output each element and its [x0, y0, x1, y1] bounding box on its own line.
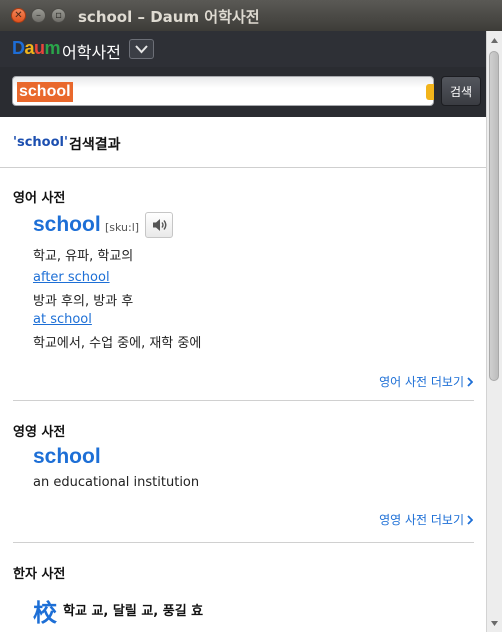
scroll-down-arrow-icon — [491, 620, 498, 626]
window-maximize-button[interactable]: ▫ — [51, 8, 66, 23]
section-title-eng: 영어 사전 — [13, 191, 66, 206]
speaker-icon — [153, 219, 167, 231]
results-label: 검색결과 — [69, 137, 121, 153]
search-input-marker — [426, 84, 434, 100]
search-button[interactable]: 검색 — [441, 76, 481, 106]
more-eng-eng-dict-link[interactable]: 영영 사전 더보기 — [379, 511, 473, 528]
vertical-scrollbar[interactable] — [486, 31, 502, 632]
search-input[interactable]: school — [12, 76, 434, 106]
window-close-button[interactable]: ✕ — [11, 8, 26, 23]
chevron-down-icon — [135, 45, 148, 54]
search-bar: school 검색 — [0, 67, 486, 117]
section-divider — [13, 542, 474, 543]
phrase-link[interactable]: at school — [33, 312, 92, 327]
window-minimize-button[interactable]: – — [31, 8, 46, 23]
chevron-right-icon — [467, 514, 473, 525]
pronunciation-play-button[interactable] — [145, 212, 173, 238]
daum-logo[interactable]: Daum — [12, 38, 61, 59]
pronunciation: [sku:l] — [105, 221, 140, 234]
logo-letter: m — [44, 38, 61, 58]
app-title: 어학사전 — [62, 43, 121, 62]
more-eng-dict-link[interactable]: 영어 사전 더보기 — [379, 373, 473, 390]
scroll-up-button[interactable] — [487, 33, 502, 47]
scroll-up-arrow-icon — [491, 37, 498, 43]
dictionary-menu-dropdown[interactable] — [129, 39, 154, 59]
entry-hanja-char[interactable]: 校 — [33, 593, 57, 628]
results-query: 'school' — [13, 135, 68, 150]
entry-word-eng[interactable]: school — [33, 213, 101, 237]
app-header: Daum 어학사전 — [0, 31, 486, 67]
phrase-meaning: 방과 후의, 방과 후 — [33, 294, 134, 309]
entry-meaning-eng-eng: an educational institution — [33, 475, 200, 490]
section-divider — [13, 400, 474, 401]
window-titlebar: ✕ – ▫ school – Daum 어학사전 — [0, 0, 502, 31]
entry-word-eng-eng[interactable]: school — [33, 445, 101, 469]
results-header: 'school' 검색결과 — [0, 117, 486, 168]
results-pane: 'school' 검색결과 영어 사전 school [sku:l] 학교, 유… — [0, 117, 486, 632]
scrollbar-thumb[interactable] — [489, 51, 499, 381]
phrase-meaning: 학교에서, 수업 중에, 재학 중에 — [33, 336, 202, 351]
section-title-eng-eng: 영영 사전 — [13, 425, 66, 440]
chevron-right-icon — [467, 376, 473, 387]
section-title-hanja: 한자 사전 — [13, 567, 66, 582]
entry-meaning-hanja: 학교 교, 달릴 교, 풍길 효 — [63, 604, 204, 619]
logo-letter: D — [12, 38, 25, 58]
scroll-down-button[interactable] — [487, 616, 502, 630]
logo-letter: u — [34, 38, 45, 58]
logo-letter: a — [24, 38, 35, 58]
more-eng-eng-dict-label: 영영 사전 더보기 — [379, 513, 464, 527]
phrase-link[interactable]: after school — [33, 270, 110, 285]
window-title: school – Daum 어학사전 — [78, 8, 260, 26]
entry-meaning-eng: 학교, 유파, 학교의 — [33, 249, 134, 264]
more-eng-dict-label: 영어 사전 더보기 — [379, 375, 464, 389]
search-input-value: school — [17, 82, 73, 102]
